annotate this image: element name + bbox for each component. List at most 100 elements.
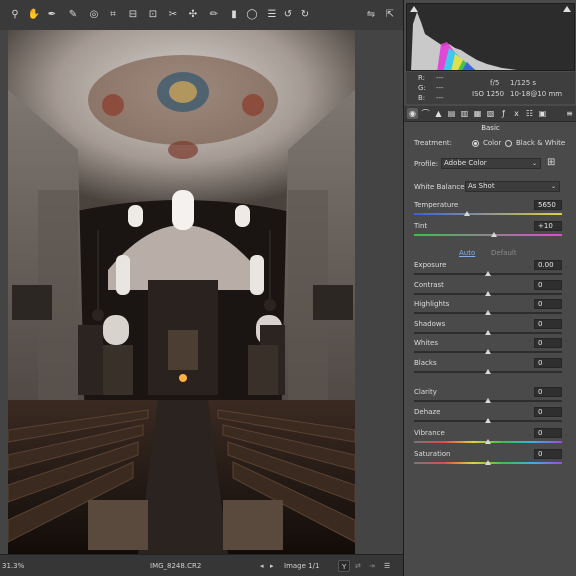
adjustment-brush-icon[interactable]: ✏: [207, 7, 221, 23]
calibration-tab-icon[interactable]: x: [511, 108, 522, 119]
treatment-bw-label[interactable]: Black & White: [516, 139, 565, 147]
slider-thumb[interactable]: [485, 418, 491, 423]
slider-value-field[interactable]: 0: [534, 428, 562, 438]
file-name: IMG_8248.CR2: [150, 562, 202, 570]
slider-value-field[interactable]: 0.00: [534, 260, 562, 270]
slider-label: Highlights: [414, 300, 450, 308]
effects-tab-icon[interactable]: ƒ: [498, 108, 509, 119]
slider-value-field[interactable]: 0: [534, 449, 562, 459]
cathedral-photo: [8, 30, 355, 554]
tone-curve-tab-icon[interactable]: ⌒: [420, 108, 431, 119]
slider-label: Tint: [414, 222, 428, 230]
view-mode-button[interactable]: Y: [338, 560, 351, 572]
treatment-color-label[interactable]: Color: [483, 139, 501, 147]
auto-link[interactable]: Auto: [459, 249, 475, 257]
slider-thumb[interactable]: [490, 232, 497, 237]
slider-value-field[interactable]: 0: [534, 299, 562, 309]
highlight-clipping-icon[interactable]: [563, 6, 571, 12]
white-balance-select[interactable]: As Shot ⌄: [465, 181, 560, 192]
crop-tool-icon[interactable]: ⌗: [106, 7, 120, 23]
swap-settings-icon[interactable]: ⇄: [355, 560, 361, 572]
slider-thumb[interactable]: [485, 369, 491, 374]
slider-thumb[interactable]: [485, 460, 491, 465]
targeted-adjustment-tool-icon[interactable]: ◎: [87, 7, 101, 23]
chevron-down-icon: ⌄: [531, 160, 537, 167]
copy-settings-icon[interactable]: ⇥: [369, 560, 375, 572]
hsl-tab-icon[interactable]: ▤: [446, 108, 457, 119]
g-value: ---: [436, 84, 444, 92]
preferences-icon[interactable]: ☰: [265, 7, 279, 23]
slider-track[interactable]: [414, 234, 562, 236]
slider-value-field[interactable]: 0: [534, 280, 562, 290]
profile-browser-icon[interactable]: ⊞: [547, 157, 555, 168]
slider-track[interactable]: [414, 213, 562, 215]
slider-label: Blacks: [414, 359, 437, 367]
slider-label: Dehaze: [414, 408, 441, 416]
prev-image-icon[interactable]: ◂: [260, 560, 264, 572]
transform-tool-icon[interactable]: ⊡: [146, 7, 160, 23]
slider-thumb[interactable]: [485, 349, 491, 354]
slider-thumb[interactable]: [485, 291, 491, 296]
slider-label: Temperature: [414, 201, 459, 209]
basic-tab-icon[interactable]: ◉: [407, 108, 418, 119]
presets-tab-icon[interactable]: ☷: [524, 108, 535, 119]
transform-tab-icon[interactable]: ▧: [485, 108, 496, 119]
slider-thumb[interactable]: [485, 271, 491, 276]
slider-label: Clarity: [414, 388, 437, 396]
slider-value-field[interactable]: 0: [534, 358, 562, 368]
slider-value-field[interactable]: 0: [534, 338, 562, 348]
b-value: ---: [436, 94, 444, 102]
hand-tool-icon[interactable]: ✋: [27, 7, 41, 23]
treatment-label: Treatment:: [414, 139, 452, 147]
slider-value-field[interactable]: 0: [534, 407, 562, 417]
info-readout: R: --- G: --- B: --- f/5 1/125 s ISO 125…: [406, 72, 575, 104]
slider-label: Exposure: [414, 261, 447, 269]
next-image-icon[interactable]: ▸: [270, 560, 274, 572]
snapshots-tab-icon[interactable]: ▣: [537, 108, 548, 119]
slider-value-field[interactable]: +10: [534, 221, 562, 231]
spot-removal-tool-icon[interactable]: ✂: [166, 7, 180, 23]
radial-filter-icon[interactable]: ◯: [245, 7, 259, 23]
slider-thumb[interactable]: [485, 330, 491, 335]
slider-value-field[interactable]: 5650: [534, 200, 562, 210]
treatment-bw-radio[interactable]: [505, 140, 512, 147]
default-link[interactable]: Default: [491, 249, 517, 257]
rotate-left-icon[interactable]: ↺: [281, 7, 295, 23]
color-sampler-tool-icon[interactable]: ✎: [66, 7, 80, 23]
treatment-color-radio[interactable]: [472, 140, 479, 147]
slider-thumb[interactable]: [485, 439, 491, 444]
slider-label: Whites: [414, 339, 439, 347]
lens-value: 10-18@10 mm: [510, 90, 563, 98]
panel-menu-icon[interactable]: ≡: [564, 108, 575, 119]
view-settings-icon[interactable]: ☰: [384, 560, 390, 572]
straighten-tool-icon[interactable]: ⊟: [126, 7, 140, 23]
detail-tab-icon[interactable]: ▲: [433, 108, 444, 119]
slider-value-field[interactable]: 0: [534, 387, 562, 397]
histogram: [406, 3, 575, 71]
zoom-level[interactable]: 31.3%: [2, 560, 24, 572]
split-toning-tab-icon[interactable]: ▥: [459, 108, 470, 119]
zoom-tool-icon[interactable]: ⚲: [8, 7, 22, 23]
slider-thumb[interactable]: [485, 310, 491, 315]
slider-thumb[interactable]: [464, 211, 471, 216]
rotate-right-icon[interactable]: ↻: [298, 7, 312, 23]
panel-tabs: ◉ ⌒ ▲ ▤ ▥ ▦ ▧ ƒ x ☷ ▣ ≡: [404, 106, 576, 122]
photo-preview[interactable]: [8, 30, 355, 554]
red-eye-tool-icon[interactable]: ✣: [186, 7, 200, 23]
iso-value: ISO 1250: [472, 90, 505, 98]
graduated-filter-icon[interactable]: ▮: [227, 7, 241, 23]
full-screen-icon[interactable]: ⇱: [383, 7, 397, 23]
slider-label: Contrast: [414, 281, 444, 289]
b-label: B:: [418, 94, 426, 102]
slider-value-field[interactable]: 0: [534, 319, 562, 329]
r-value: ---: [436, 74, 444, 82]
image-counter: Image 1/1: [284, 562, 320, 570]
lens-corrections-tab-icon[interactable]: ▦: [472, 108, 483, 119]
profile-select[interactable]: Adobe Color ⌄: [441, 158, 541, 169]
white-balance-tool-icon[interactable]: ✒: [45, 7, 59, 23]
slider-thumb[interactable]: [485, 398, 491, 403]
shadow-clipping-icon[interactable]: [410, 6, 418, 12]
chevron-down-icon: ⌄: [550, 183, 556, 190]
profile-value: Adobe Color: [444, 159, 487, 167]
toggle-markers-icon[interactable]: ⇋: [364, 7, 378, 23]
